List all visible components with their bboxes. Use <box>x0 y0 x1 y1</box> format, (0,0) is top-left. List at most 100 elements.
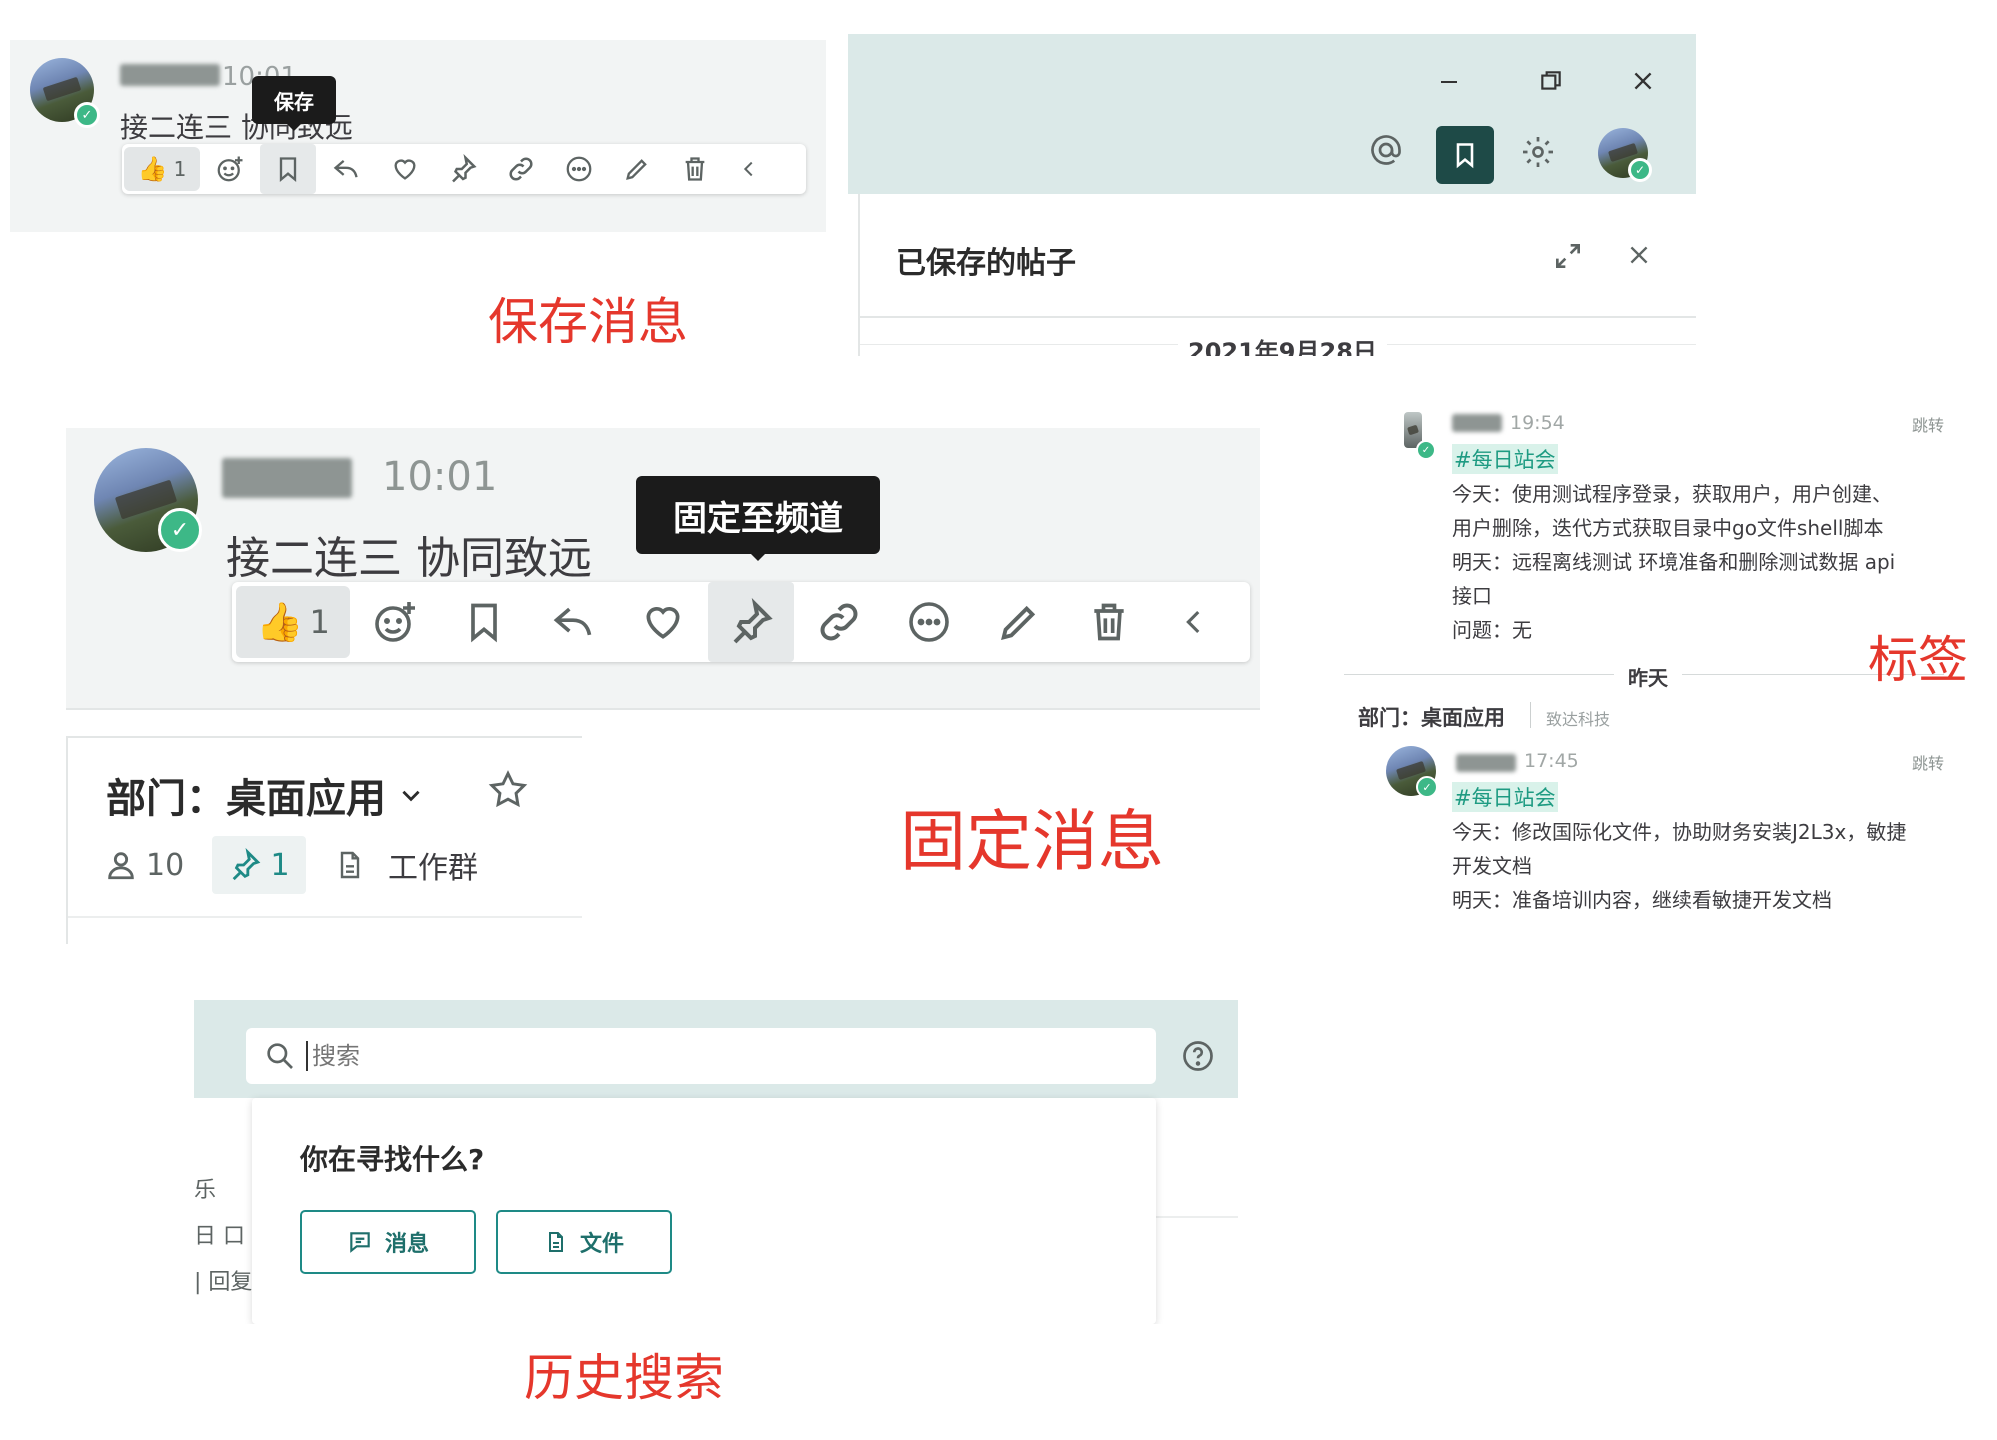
save-button[interactable] <box>260 144 316 194</box>
pin-button[interactable] <box>708 582 794 662</box>
channel-link[interactable]: 部门：桌面应用 <box>1358 702 1505 732</box>
username-redacted <box>222 458 352 498</box>
copy-link-button[interactable] <box>794 582 884 662</box>
like-button[interactable] <box>618 582 708 662</box>
message-line: 开发文档 <box>1452 854 1532 878</box>
close-window-button[interactable] <box>1630 68 1660 98</box>
member-count-button[interactable]: 10 <box>104 838 184 892</box>
tags-caption: 标签 <box>1868 631 1968 689</box>
search-icon <box>267 1043 293 1069</box>
member-count: 10 <box>146 847 185 883</box>
message-actions-toolbar: 👍 1 <box>122 144 806 194</box>
message-icon <box>350 1232 370 1253</box>
heart-icon <box>646 607 680 639</box>
online-status-icon: ✓ <box>1628 158 1652 182</box>
save-tooltip: 保存 <box>252 76 336 131</box>
message-line: 明天：准备培训内容，继续看敏捷开发文档 <box>1452 888 1832 912</box>
team-name: 致达科技 <box>1546 710 1611 729</box>
close-icon <box>1630 246 1648 264</box>
hashtag-link[interactable]: #每日站会 <box>1452 782 1558 812</box>
channel-title[interactable]: 部门：桌面应用 <box>106 766 424 824</box>
minimize-button[interactable] <box>1436 70 1476 94</box>
collapse-toolbar-button[interactable] <box>724 144 774 194</box>
online-status-icon: ✓ <box>1416 440 1436 460</box>
message-actions-toolbar: 👍 1 <box>232 582 1250 662</box>
reaction-count: 1 <box>173 157 187 181</box>
search-box[interactable] <box>246 1028 1156 1084</box>
message-line: 用户删除，迭代方式获取目录中go文件shell脚本 <box>1452 516 1884 540</box>
message-time: 10:01 <box>382 454 498 500</box>
message-line: 今天：修改国际化文件，协助财务安装J2L3x，敏捷 <box>1452 820 1907 844</box>
search-input[interactable] <box>310 1041 1134 1071</box>
pencil-icon <box>626 159 647 180</box>
save-button[interactable] <box>440 582 528 662</box>
pin-button[interactable] <box>434 144 492 194</box>
text-cursor <box>306 1041 308 1071</box>
header-divider <box>68 916 582 918</box>
reply-button[interactable] <box>528 582 618 662</box>
background-text: 乐 <box>194 1178 217 1203</box>
delete-button[interactable] <box>666 144 724 194</box>
search-caption: 历史搜索 <box>524 1349 724 1407</box>
pencil-icon <box>1001 605 1036 640</box>
more-actions-button[interactable] <box>550 144 608 194</box>
edit-button[interactable] <box>974 582 1064 662</box>
more-actions-button[interactable] <box>884 582 974 662</box>
messages-filter-button[interactable]: 消息 <box>300 1210 476 1274</box>
jump-link[interactable]: 跳转 <box>1912 412 1944 436</box>
add-reaction-button[interactable] <box>350 582 440 662</box>
favorite-button[interactable] <box>486 768 532 814</box>
trash-icon <box>685 157 705 181</box>
pin-message-panel: ✓ 10:01 接二连三 协同致远 固定至频道 👍 1 <box>66 428 1260 710</box>
thumbs-up-icon: 👍 <box>137 155 168 183</box>
mentions-button[interactable] <box>1368 132 1408 172</box>
restore-icon <box>1541 71 1561 90</box>
delete-button[interactable] <box>1064 582 1154 662</box>
saved-posts-button[interactable] <box>1436 126 1494 184</box>
username-redacted <box>120 64 220 86</box>
pin-tooltip: 固定至频道 <box>636 476 880 561</box>
bookmark-icon <box>279 157 297 182</box>
pinned-messages-button[interactable]: 1 <box>212 836 306 894</box>
saved-posts-window: ✓ 已保存的帖子 2021年9月28日 <box>848 34 1696 356</box>
username-redacted <box>1452 414 1502 432</box>
close-icon <box>1634 72 1652 90</box>
restore-button[interactable] <box>1538 68 1568 98</box>
like-button[interactable] <box>376 144 434 194</box>
search-help-button[interactable] <box>1180 1038 1220 1078</box>
at-icon <box>1371 135 1401 165</box>
date-divider: 昨天 <box>1614 662 1682 691</box>
panel-divider <box>860 316 1696 318</box>
edit-button[interactable] <box>608 144 666 194</box>
expand-button[interactable] <box>1552 240 1588 276</box>
minimize-icon <box>1441 81 1457 83</box>
message-line: 明天：远程离线测试 环境准备和删除测试数据 api <box>1452 550 1896 574</box>
thumbs-up-icon: 👍 <box>256 599 304 644</box>
collapse-toolbar-button[interactable] <box>1154 582 1234 662</box>
reply-button[interactable] <box>316 144 376 194</box>
username-redacted <box>1456 754 1516 772</box>
link-icon <box>820 603 858 641</box>
pinned-count: 1 <box>270 847 290 883</box>
gear-icon <box>1523 137 1553 167</box>
files-filter-label: 文件 <box>579 1232 624 1257</box>
file-icon <box>548 1232 563 1252</box>
files-filter-button[interactable]: 文件 <box>496 1210 672 1274</box>
hashtag-link[interactable]: #每日站会 <box>1452 444 1558 474</box>
thumbs-up-reaction[interactable]: 👍 1 <box>236 586 350 658</box>
thumbs-up-reaction[interactable]: 👍 1 <box>124 147 200 191</box>
bookmark-icon <box>1456 143 1474 169</box>
member-icon <box>108 852 134 880</box>
copy-link-button[interactable] <box>492 144 550 194</box>
expand-icon <box>1556 244 1580 268</box>
search-prompt: 你在寻找什么? <box>300 1143 485 1176</box>
jump-link[interactable]: 跳转 <box>1912 750 1944 774</box>
close-panel-button[interactable] <box>1626 242 1656 272</box>
chevron-left-icon <box>743 161 753 177</box>
add-reaction-button[interactable] <box>200 144 260 194</box>
channel-header: 部门：桌面应用 10 1 工作群 <box>66 736 582 944</box>
link-icon <box>509 157 533 181</box>
background-text: | 回复 <box>194 1270 253 1295</box>
panel-title: 已保存的帖子 <box>896 246 1076 281</box>
settings-button[interactable] <box>1520 134 1560 174</box>
